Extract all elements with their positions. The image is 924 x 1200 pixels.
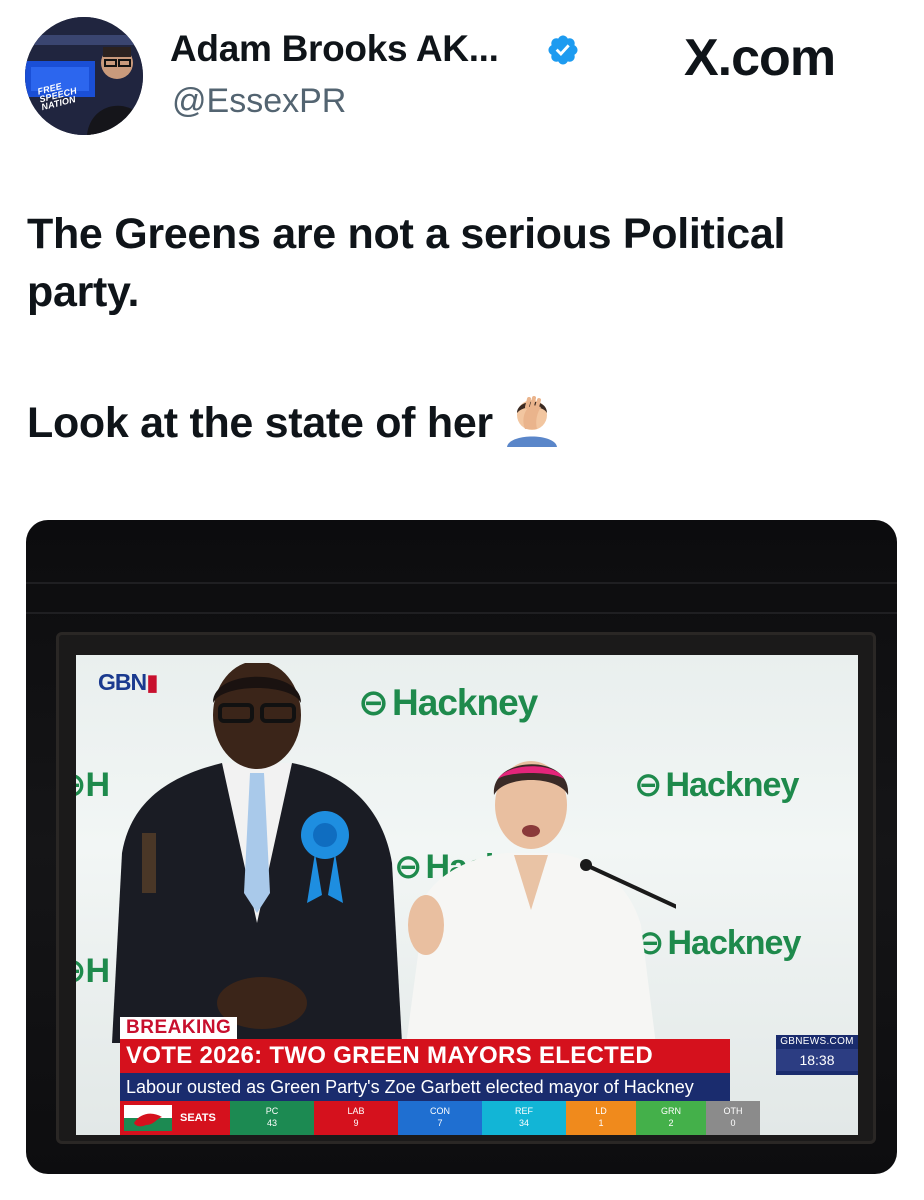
tweet-line-2: Look at the state of her xyxy=(27,393,897,452)
seat-cell-ld: LD 1 xyxy=(566,1101,636,1135)
seat-cell-con: CON 7 xyxy=(398,1101,482,1135)
author-display-name[interactable]: Adam Brooks AK... xyxy=(170,28,499,70)
tweet-line-1: The Greens are not a serious Political p… xyxy=(27,210,786,316)
seat-cell-pc: PC 43 xyxy=(230,1101,314,1135)
author-avatar[interactable]: FREE SPEECH NATION xyxy=(25,17,143,135)
news-subline: Labour ousted as Green Party's Zoe Garbe… xyxy=(120,1073,730,1101)
avatar-photo xyxy=(25,17,143,135)
hackney-sign-partial: ⊖H xyxy=(76,952,110,990)
news-clock-box: GBNEWS.COM 18:38 xyxy=(776,1035,858,1075)
tweet-text: The Greens are not a serious Political p… xyxy=(27,205,897,452)
author-handle[interactable]: @EssexPR xyxy=(172,82,346,121)
tv-screen: GBN▮ ⊖Hackney ⊖Hackney ⊖Hackney ⊖Hackney… xyxy=(76,655,858,1135)
news-site: GBNEWS.COM xyxy=(780,1036,854,1047)
seat-cell-grn: GRN 2 xyxy=(636,1101,706,1135)
hackney-sign-partial: ⊖H xyxy=(76,766,110,804)
news-clock: 18:38 xyxy=(776,1049,858,1071)
site-label: X.com xyxy=(684,29,836,87)
seats-ticker: SEATS PC43 LAB9 CON7 REF34 LD1 GRN xyxy=(120,1101,760,1135)
tweet-media-photo[interactable]: GBN▮ ⊖Hackney ⊖Hackney ⊖Hackney ⊖Hackney… xyxy=(26,520,897,1174)
wales-flag-icon xyxy=(124,1105,172,1131)
seat-cell-lab: LAB 9 xyxy=(314,1101,398,1135)
woman-figure xyxy=(406,761,676,1045)
verified-badge-icon xyxy=(548,35,578,65)
news-headline: VOTE 2026: TWO GREEN MAYORS ELECTED xyxy=(120,1039,730,1073)
breaking-tag: BREAKING xyxy=(120,1017,238,1039)
facepalm-emoji-icon xyxy=(506,396,557,447)
man-figure xyxy=(112,663,402,1043)
seat-cell-ref: REF 34 xyxy=(482,1101,566,1135)
seat-cell-oth: OTH 0 xyxy=(706,1101,760,1135)
